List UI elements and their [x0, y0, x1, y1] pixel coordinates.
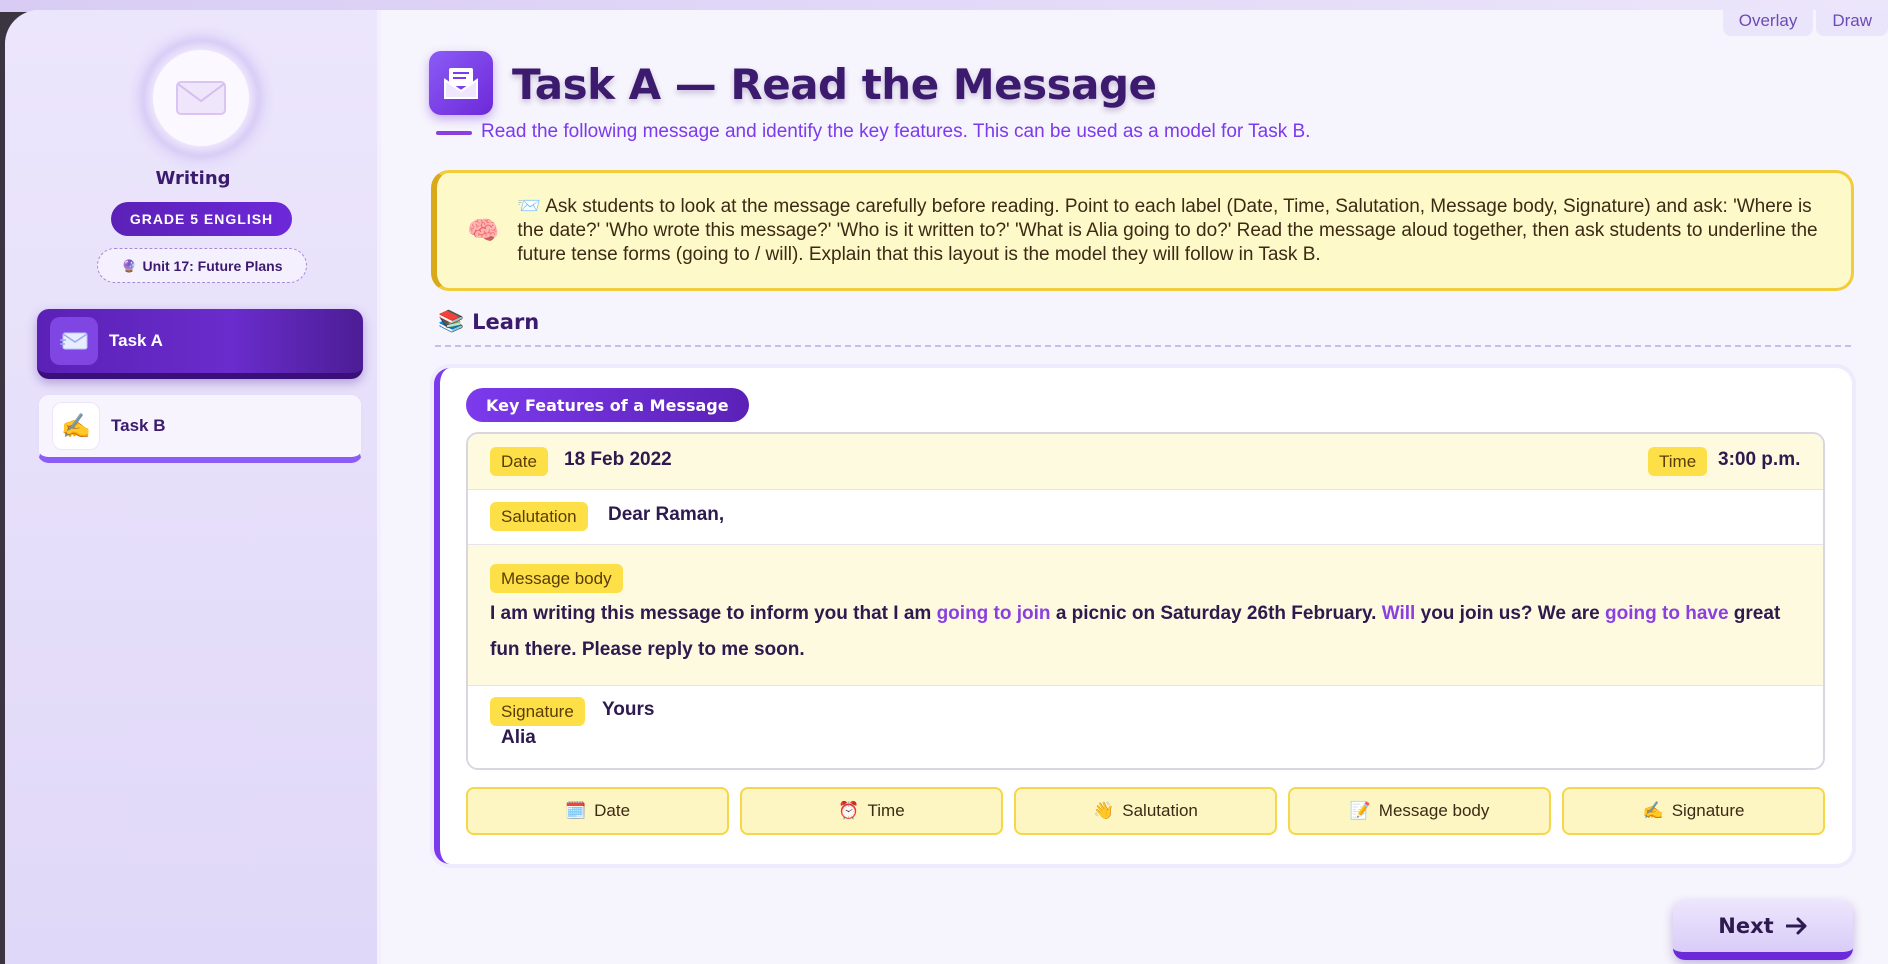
feature-button-time[interactable]: ⏰ Time [740, 787, 1003, 835]
unit-label: Unit 17: Future Plans [142, 257, 283, 274]
next-button-label: Next [1718, 914, 1774, 938]
salutation-row: Salutation Dear Raman, [468, 490, 1823, 545]
sidebar: Writing GRADE 5 ENGLISH 🔮 Unit 17: Futur… [5, 10, 381, 964]
alarm-clock-icon: ⏰ [838, 801, 860, 820]
subtitle-accent-bar [436, 131, 472, 135]
sidebar-item-label: Task A [109, 331, 163, 350]
books-icon: 📚 [438, 309, 465, 333]
date-value: 18 Feb 2022 [564, 449, 672, 470]
feature-button-signature[interactable]: ✍️ Signature [1562, 787, 1825, 835]
sidebar-item-task-a[interactable]: Task A [37, 309, 363, 379]
unit-badge: 🔮 Unit 17: Future Plans [97, 248, 307, 283]
writing-hand-icon: ✍️ [52, 402, 100, 450]
date-tag[interactable]: Date [490, 447, 548, 476]
envelope-icon [176, 81, 226, 115]
feature-button-message-body[interactable]: 📝 Message body [1288, 787, 1551, 835]
envelope-card-icon [50, 317, 98, 365]
page-title: Task A — Read the Message [512, 60, 1157, 109]
message-body-tag[interactable]: Message body [490, 564, 623, 593]
card-label: Key Features of a Message [466, 388, 749, 422]
future-form-highlight: going to join [936, 603, 1051, 624]
message-body-row: Message body I am writing this message t… [468, 545, 1823, 686]
calendar-icon: 🗓️ [564, 801, 587, 820]
teacher-note: 🧠 📨 Ask students to look at the message … [431, 170, 1854, 291]
section-heading-learn: 📚 Learn [438, 309, 539, 334]
writing-hand-icon: ✍️ [1642, 801, 1664, 820]
sidebar-item-task-b[interactable]: ✍️ Task B [37, 393, 363, 463]
message-model: Date 18 Feb 2022 Time 3:00 p.m. Salutati… [466, 432, 1825, 770]
feature-buttons: 🗓️ Date ⏰ Time 👋 Salutation 📝 Message bo… [466, 787, 1825, 835]
salutation-value: Dear Raman, [608, 504, 725, 525]
feature-button-salutation[interactable]: 👋 Salutation [1014, 787, 1277, 835]
arrow-right-icon [1785, 917, 1807, 935]
tab-draw[interactable]: Draw [1816, 10, 1888, 36]
toolbar-tabs: Overlay Draw [1722, 10, 1888, 36]
next-button[interactable]: Next [1673, 900, 1853, 960]
tab-overlay[interactable]: Overlay [1722, 10, 1814, 36]
avatar [143, 40, 259, 156]
teacher-note-text: 📨 Ask students to look at the message ca… [517, 195, 1818, 265]
signature-row: Signature Yours Alia [468, 686, 1823, 768]
open-envelope-icon [429, 51, 493, 115]
message-features-card: Key Features of a Message Date 18 Feb 20… [434, 368, 1852, 864]
page-subtitle: Read the following message and identify … [481, 121, 1311, 142]
future-form-highlight: going to have [1605, 603, 1729, 624]
grade-badge: GRADE 5 ENGLISH [111, 202, 292, 236]
crystal-ball-icon: 🔮 [121, 258, 137, 273]
time-tag[interactable]: Time [1648, 447, 1708, 476]
memo-icon: 📝 [1349, 801, 1371, 820]
signature-tag[interactable]: Signature [490, 697, 585, 726]
feature-button-date[interactable]: 🗓️ Date [466, 787, 729, 835]
time-value: 3:00 p.m. [1718, 449, 1801, 470]
section-divider [435, 345, 1851, 347]
salutation-tag[interactable]: Salutation [490, 502, 588, 531]
brain-icon: 🧠 [467, 215, 500, 246]
app-frame: Writing GRADE 5 ENGLISH 🔮 Unit 17: Futur… [5, 10, 1888, 964]
message-body-text: I am writing this message to inform you … [490, 603, 1781, 660]
sidebar-item-label: Task B [111, 416, 166, 435]
signature-line-2: Alia [501, 727, 536, 748]
section-heading-label: Learn [472, 309, 540, 334]
future-form-highlight: Will [1381, 603, 1416, 624]
signature-line-1: Yours [602, 699, 655, 720]
sidebar-title: Writing [155, 168, 231, 189]
date-time-row: Date 18 Feb 2022 Time 3:00 p.m. [468, 434, 1823, 490]
waving-hand-icon: 👋 [1093, 801, 1115, 820]
